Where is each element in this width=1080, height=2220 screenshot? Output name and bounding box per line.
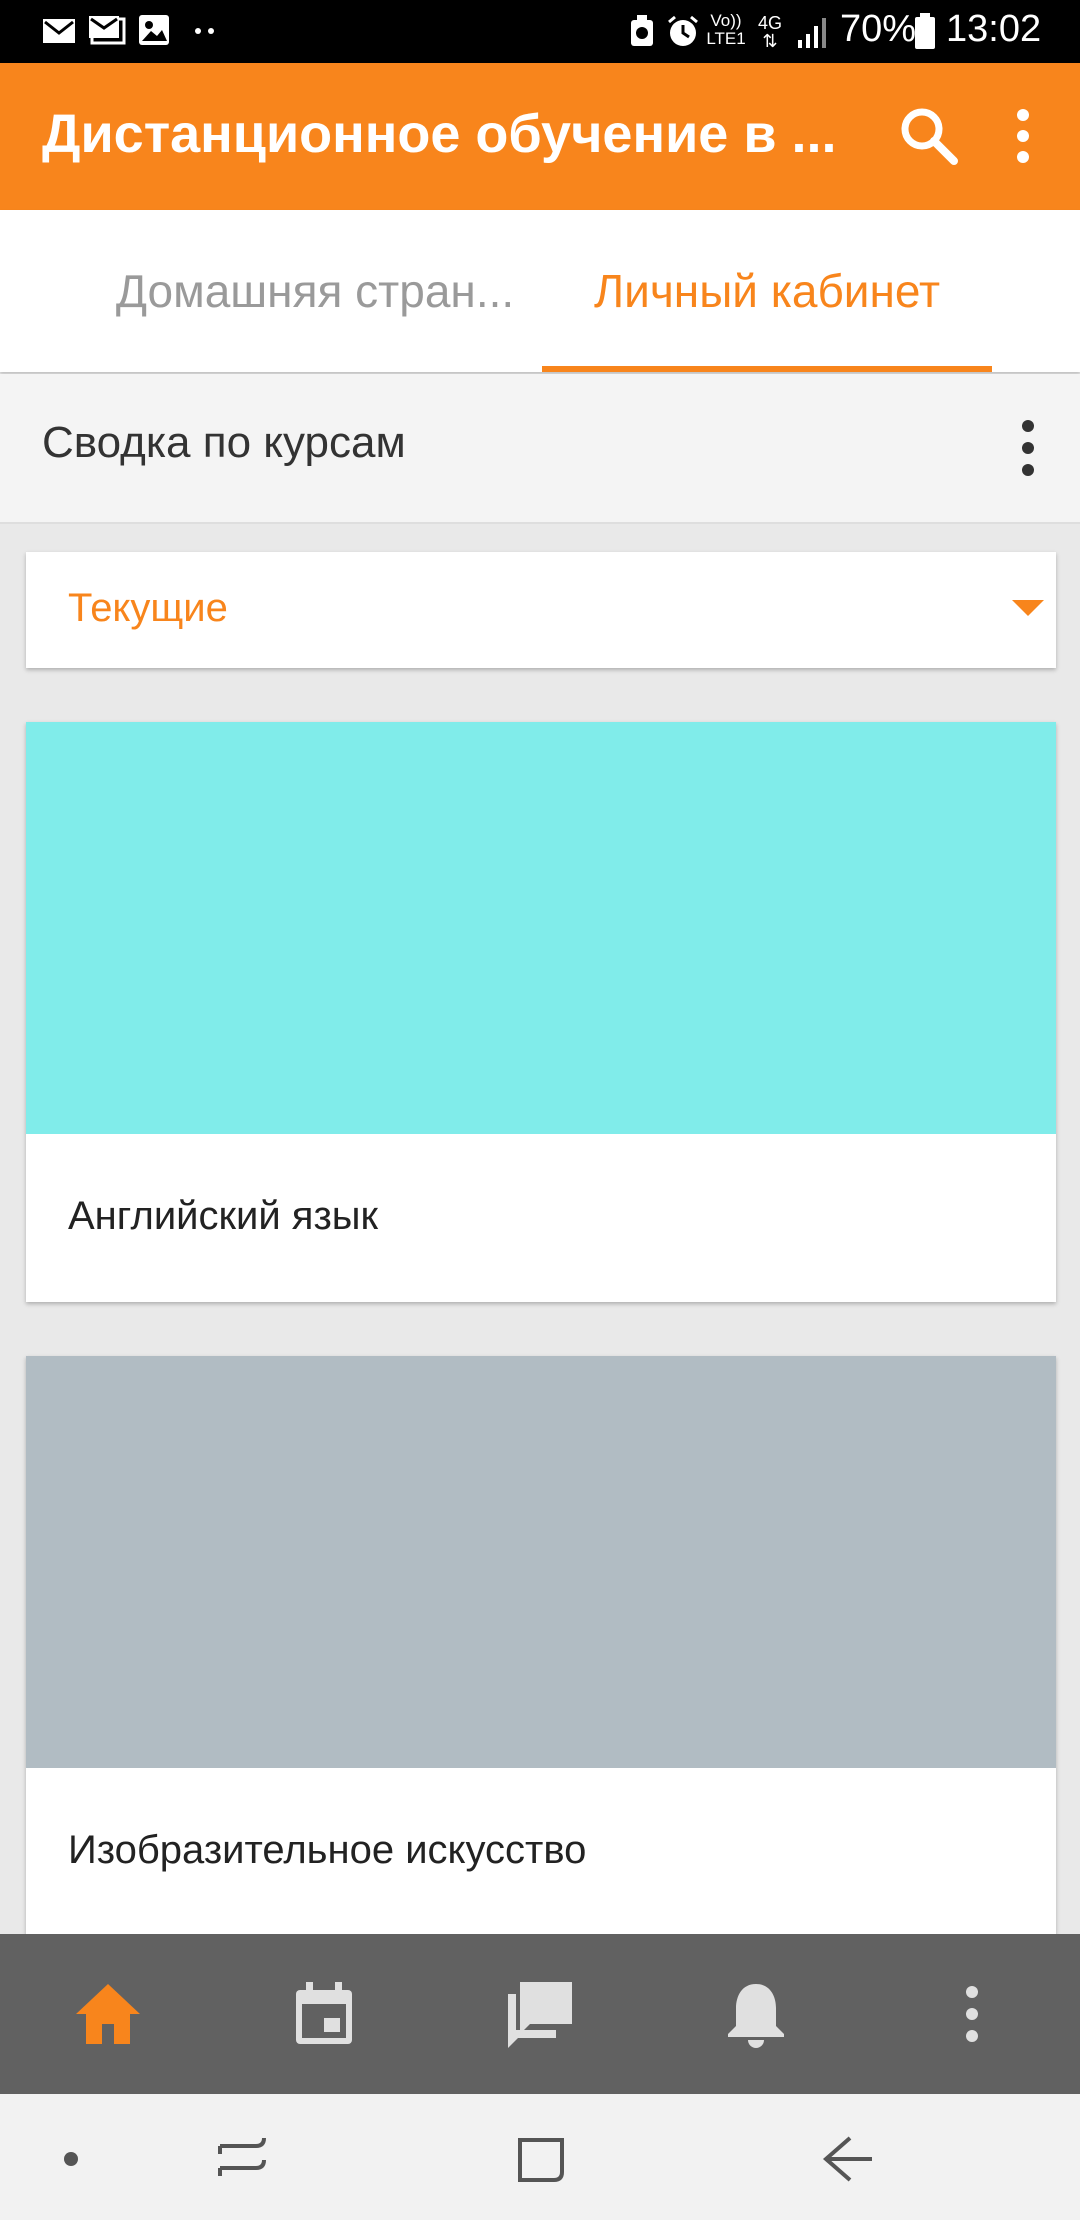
signal-icon [798, 18, 826, 48]
app-title: Дистанционное обучение в ... [42, 104, 837, 164]
active-tab-indicator [542, 366, 992, 372]
alarm-icon [668, 15, 698, 46]
gmail-notification-icon [43, 19, 75, 43]
network-type: 4G ⇅ [758, 13, 783, 51]
tab-dashboard[interactable]: Личный кабинет [542, 210, 992, 372]
recent-apps-icon[interactable] [206, 2124, 276, 2194]
home-icon[interactable] [68, 1974, 148, 2054]
course-title[interactable]: Английский язык [68, 1194, 378, 1239]
course-image [26, 722, 1056, 1134]
clock: 13:02 [946, 8, 1042, 50]
nav-dot-icon[interactable] [36, 2124, 106, 2194]
bell-icon[interactable] [716, 1974, 796, 2054]
messages-icon[interactable] [500, 1974, 580, 2054]
caret-down-icon [1012, 600, 1044, 616]
app-bar: Дистанционное обучение в ... [0, 63, 1080, 210]
bottom-navigation [0, 1934, 1080, 2094]
battery-icon [915, 13, 935, 49]
section-menu-icon[interactable] [1008, 416, 1048, 480]
course-card[interactable]: Английский язык [26, 722, 1056, 1302]
course-overview-header: Сводка по курсам [0, 374, 1080, 524]
course-card[interactable]: Изобразительное искусство [26, 1356, 1056, 1936]
status-bar: Vo)) LTE1 4G ⇅ 70% 13:02 [0, 0, 1080, 63]
gallery-notification-icon [139, 15, 169, 45]
course-title[interactable]: Изобразительное искусство [68, 1828, 586, 1873]
gmail-notification-icon [89, 16, 126, 45]
overflow-menu-icon[interactable] [988, 101, 1058, 171]
battery-percentage: 70% [840, 8, 917, 50]
home-button-icon[interactable] [506, 2124, 576, 2194]
data-saver-icon [631, 15, 653, 46]
volte-indicator: Vo)) LTE1 [706, 11, 746, 48]
system-navigation-bar [0, 2094, 1080, 2220]
more-vert-icon[interactable] [932, 1974, 1012, 2054]
tab-home[interactable]: Домашняя стран... [100, 210, 530, 372]
back-icon[interactable] [810, 2124, 880, 2194]
course-image [26, 1356, 1056, 1768]
section-title: Сводка по курсам [42, 418, 406, 467]
search-icon[interactable] [894, 101, 964, 171]
tab-bar: Домашняя стран... Личный кабинет [0, 210, 1080, 372]
course-filter-dropdown[interactable]: Текущие [26, 552, 1056, 668]
filter-selected-value: Текущие [68, 586, 228, 630]
calendar-icon[interactable] [284, 1974, 364, 2054]
more-notifications-icon [195, 28, 214, 34]
